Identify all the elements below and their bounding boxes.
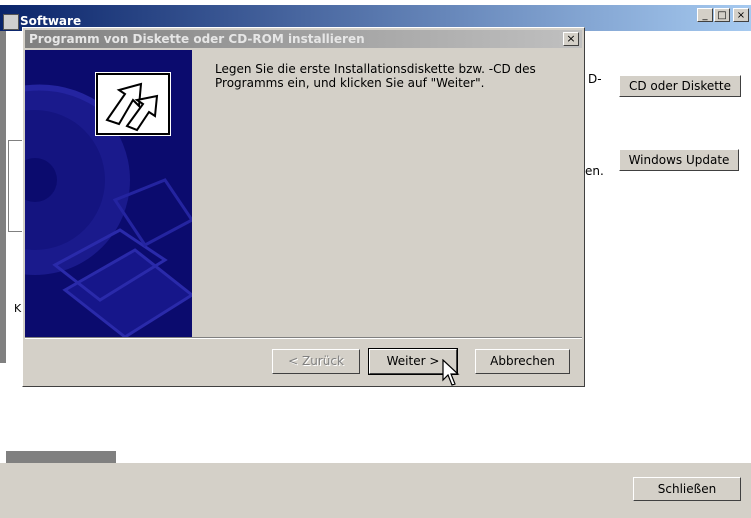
software-app-icon (3, 14, 19, 30)
cd-diskette-button[interactable]: CD oder Diskette (619, 75, 741, 97)
mouse-cursor-icon (442, 359, 460, 386)
software-window-title: Software (20, 14, 82, 28)
back-button[interactable]: < Zurück (272, 349, 360, 374)
dialog-message: Legen Sie die erste Installationsdiskett… (215, 62, 555, 90)
close-main-button[interactable]: Schließen (633, 477, 741, 501)
install-dialog: Programm von Diskette oder CD-ROM instal… (22, 27, 585, 387)
bottom-panel: Schließen (0, 463, 751, 518)
hidden-text-fragment: D- (588, 72, 602, 86)
dialog-message-line: Legen Sie die erste Installationsdiskett… (215, 62, 536, 76)
close-button[interactable]: × (733, 8, 749, 22)
dialog-close-button[interactable]: × (563, 32, 579, 46)
installer-artwork (25, 50, 192, 337)
left-panel-fragment: K (14, 302, 22, 315)
dialog-separator (25, 337, 582, 339)
hidden-text-fragment: en. (585, 164, 604, 178)
separator-bar (6, 451, 116, 463)
minimize-button[interactable]: _ (697, 8, 713, 22)
dialog-message-line: Programms ein, und klicken Sie auf "Weit… (215, 76, 485, 90)
cancel-button[interactable]: Abbrechen (475, 349, 570, 374)
dialog-titlebar[interactable]: Programm von Diskette oder CD-ROM instal… (25, 30, 582, 48)
windows-update-button[interactable]: Windows Update (619, 149, 739, 171)
maximize-button[interactable]: □ (714, 8, 730, 22)
cd-diskette-graphic (25, 50, 192, 337)
dialog-title: Programm von Diskette oder CD-ROM instal… (29, 32, 365, 46)
left-panel-strip (0, 31, 6, 363)
